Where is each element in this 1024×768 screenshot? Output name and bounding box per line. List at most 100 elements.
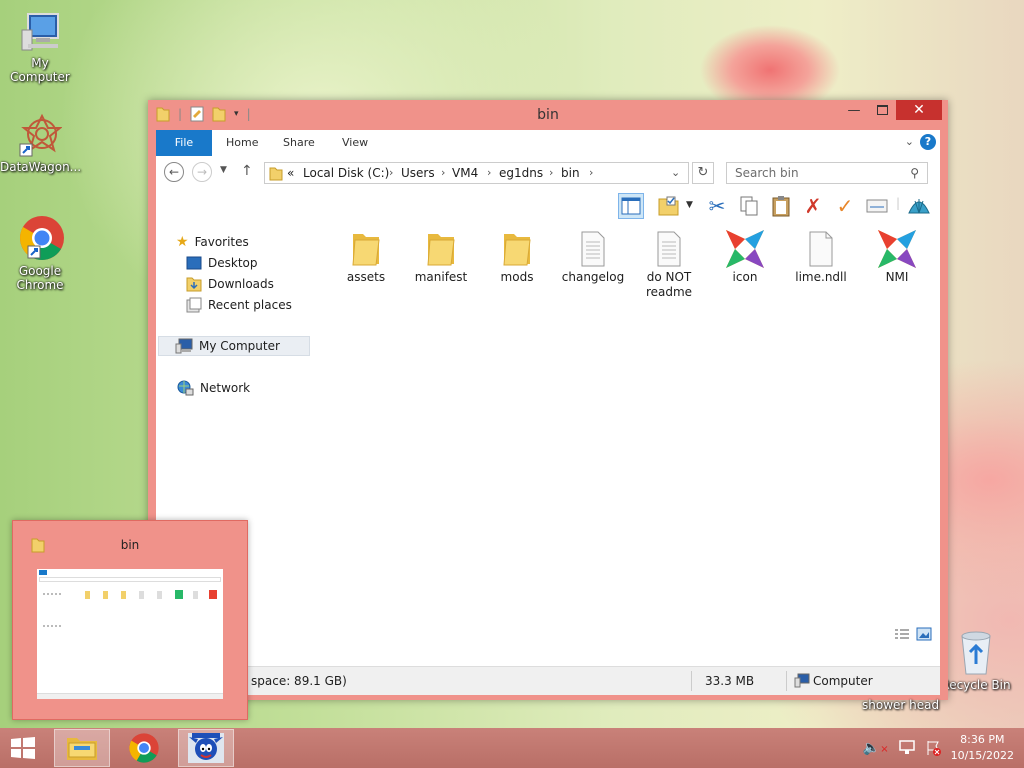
preview-pane-button[interactable] [618, 193, 644, 219]
cut-button[interactable]: ✂ [704, 193, 730, 219]
maximize-button[interactable] [868, 100, 896, 120]
address-bar-row: ← → ▼ ↑ « Local Disk (C:) › Users › VM4 … [156, 156, 940, 190]
downloads-icon [186, 277, 202, 292]
start-button[interactable] [8, 734, 38, 762]
copy-button[interactable] [736, 193, 762, 219]
open-folder-button[interactable] [656, 193, 682, 219]
breadcrumb-separator-icon[interactable]: › [589, 163, 593, 183]
details-view-button[interactable] [894, 628, 910, 642]
properties-button[interactable] [864, 193, 890, 219]
chevron-down-icon[interactable]: ⌄ [905, 135, 914, 148]
taskbar-clock[interactable]: 8:36 PM 10/15/2022 [951, 732, 1014, 764]
breadcrumb-separator-icon[interactable]: › [389, 163, 393, 183]
minimize-icon: — [847, 102, 861, 118]
breadcrumb-users[interactable]: Users [401, 163, 435, 183]
recent-locations-icon[interactable]: ▼ [220, 165, 227, 175]
desktop-icon-datawagon[interactable]: DataWagon... [0, 112, 81, 174]
chevron-down-icon[interactable]: ▼ [686, 200, 693, 210]
taskbar-thumbnail-preview[interactable]: bin [12, 520, 248, 720]
file-name: lime.ndll [795, 270, 847, 284]
taskbar: 🔈× 8:36 PM 10/15/2022 [0, 728, 1024, 768]
breadcrumb-local-disk[interactable]: Local Disk (C:) [303, 163, 389, 183]
content-area: ★ Favorites Desktop Downloads Recent pla… [156, 222, 940, 666]
help-icon[interactable]: ? [920, 134, 936, 150]
ribbon-tabs: File Home Share View ⌄ ? [156, 130, 940, 157]
chevron-down-icon[interactable]: ⌄ [671, 163, 680, 183]
breadcrumb-separator-icon[interactable]: › [549, 163, 553, 183]
shell-icon [908, 199, 930, 214]
taskbar-file-explorer[interactable] [54, 729, 110, 767]
forward-button[interactable]: → [192, 162, 212, 182]
nav-network[interactable]: Network [176, 378, 250, 398]
breadcrumb-overflow[interactable]: « [287, 163, 294, 183]
folder-icon [269, 167, 283, 181]
paste-icon [772, 196, 790, 217]
minimize-button[interactable]: — [840, 100, 868, 120]
cut-icon: ✂ [708, 194, 726, 218]
chrome-icon [20, 216, 64, 260]
search-icon: ⚲ [910, 166, 919, 180]
chrome-icon [129, 733, 159, 763]
search-input[interactable]: Search bin ⚲ [726, 162, 928, 184]
address-input[interactable]: « Local Disk (C:) › Users › VM4 › eg1dns… [264, 162, 689, 184]
paste-button[interactable] [768, 193, 794, 219]
refresh-icon: ↻ [697, 165, 709, 180]
breadcrumb-bin[interactable]: bin [561, 163, 580, 183]
desktop-icon-google-chrome[interactable]: Google Chrome [0, 214, 80, 292]
file-item-changelog[interactable]: changelog [558, 230, 628, 285]
taskbar-sonic-app[interactable] [178, 729, 234, 767]
tab-home[interactable]: Home [212, 130, 272, 156]
file-item-icon[interactable]: icon [710, 230, 780, 285]
clock-date: 10/15/2022 [950, 749, 1014, 762]
breadcrumb-separator-icon[interactable]: › [441, 163, 445, 183]
maximize-icon [876, 105, 888, 115]
title-bar[interactable]: | ▾ | bin — ✕ [148, 100, 948, 130]
file-name: assets [346, 270, 386, 284]
back-button[interactable]: ← [164, 162, 184, 182]
tab-share[interactable]: Share [269, 130, 329, 156]
delete-button[interactable]: ✗ [800, 193, 826, 219]
file-item-nmi[interactable]: NMI [862, 230, 932, 285]
file-item-assets[interactable]: assets [331, 230, 401, 285]
up-arrow-icon[interactable]: ↑ [241, 163, 253, 179]
nav-downloads[interactable]: Downloads [186, 274, 274, 294]
taskbar-chrome[interactable] [116, 729, 172, 767]
rename-button[interactable]: ✓ [832, 193, 858, 219]
file-item-do-not-readme[interactable]: do NOT readme [634, 230, 704, 300]
tab-file[interactable]: File [156, 130, 212, 156]
file-item-manifest[interactable]: manifest [406, 230, 476, 285]
nav-desktop[interactable]: Desktop [186, 253, 258, 273]
breadcrumb-eg1dns[interactable]: eg1dns [499, 163, 543, 183]
network-status-icon[interactable] [898, 740, 915, 756]
status-free-space: space: 89.1 GB) [251, 674, 347, 688]
breadcrumb-separator-icon[interactable]: › [487, 163, 491, 183]
desktop-icon-recycle-bin[interactable]: Recycle Bin [936, 630, 1016, 692]
generic-file-icon [809, 231, 833, 267]
large-icons-view-button[interactable] [916, 627, 932, 641]
close-button[interactable]: ✕ [896, 100, 942, 120]
clock-time: 8:36 PM [960, 733, 1005, 746]
shell-button[interactable] [906, 193, 932, 219]
desktop-icon-label: My Computer [10, 56, 70, 84]
toolbar: ▼ ✂ ✗ ✓ | [156, 190, 940, 222]
sonic-game-icon [188, 733, 224, 763]
refresh-button[interactable]: ↻ [692, 162, 714, 184]
file-name: icon [732, 270, 758, 284]
breadcrumb-vm4[interactable]: VM4 [452, 163, 478, 183]
nav-my-computer[interactable]: My Computer [158, 336, 310, 356]
action-center-alert-icon[interactable] [925, 740, 941, 756]
computer-icon [794, 673, 810, 688]
desktop-stray-label: shower head [862, 698, 940, 712]
tab-view[interactable]: View [328, 130, 382, 156]
file-item-lime-ndll[interactable]: lime.ndll [786, 230, 856, 285]
file-item-mods[interactable]: mods [482, 230, 552, 285]
desktop-icon-label: Recycle Bin [941, 678, 1011, 692]
file-explorer-icon [67, 738, 97, 760]
desktop-icon-my-computer[interactable]: My Computer [0, 10, 80, 84]
nav-downloads-label: Downloads [208, 277, 274, 291]
windows-logo-icon [11, 737, 35, 759]
nav-favorites[interactable]: ★ Favorites [176, 232, 249, 252]
file-name: do NOT readme [645, 270, 693, 299]
volume-muted-icon[interactable]: 🔈× [863, 740, 889, 756]
nav-recent-places[interactable]: Recent places [186, 295, 292, 315]
